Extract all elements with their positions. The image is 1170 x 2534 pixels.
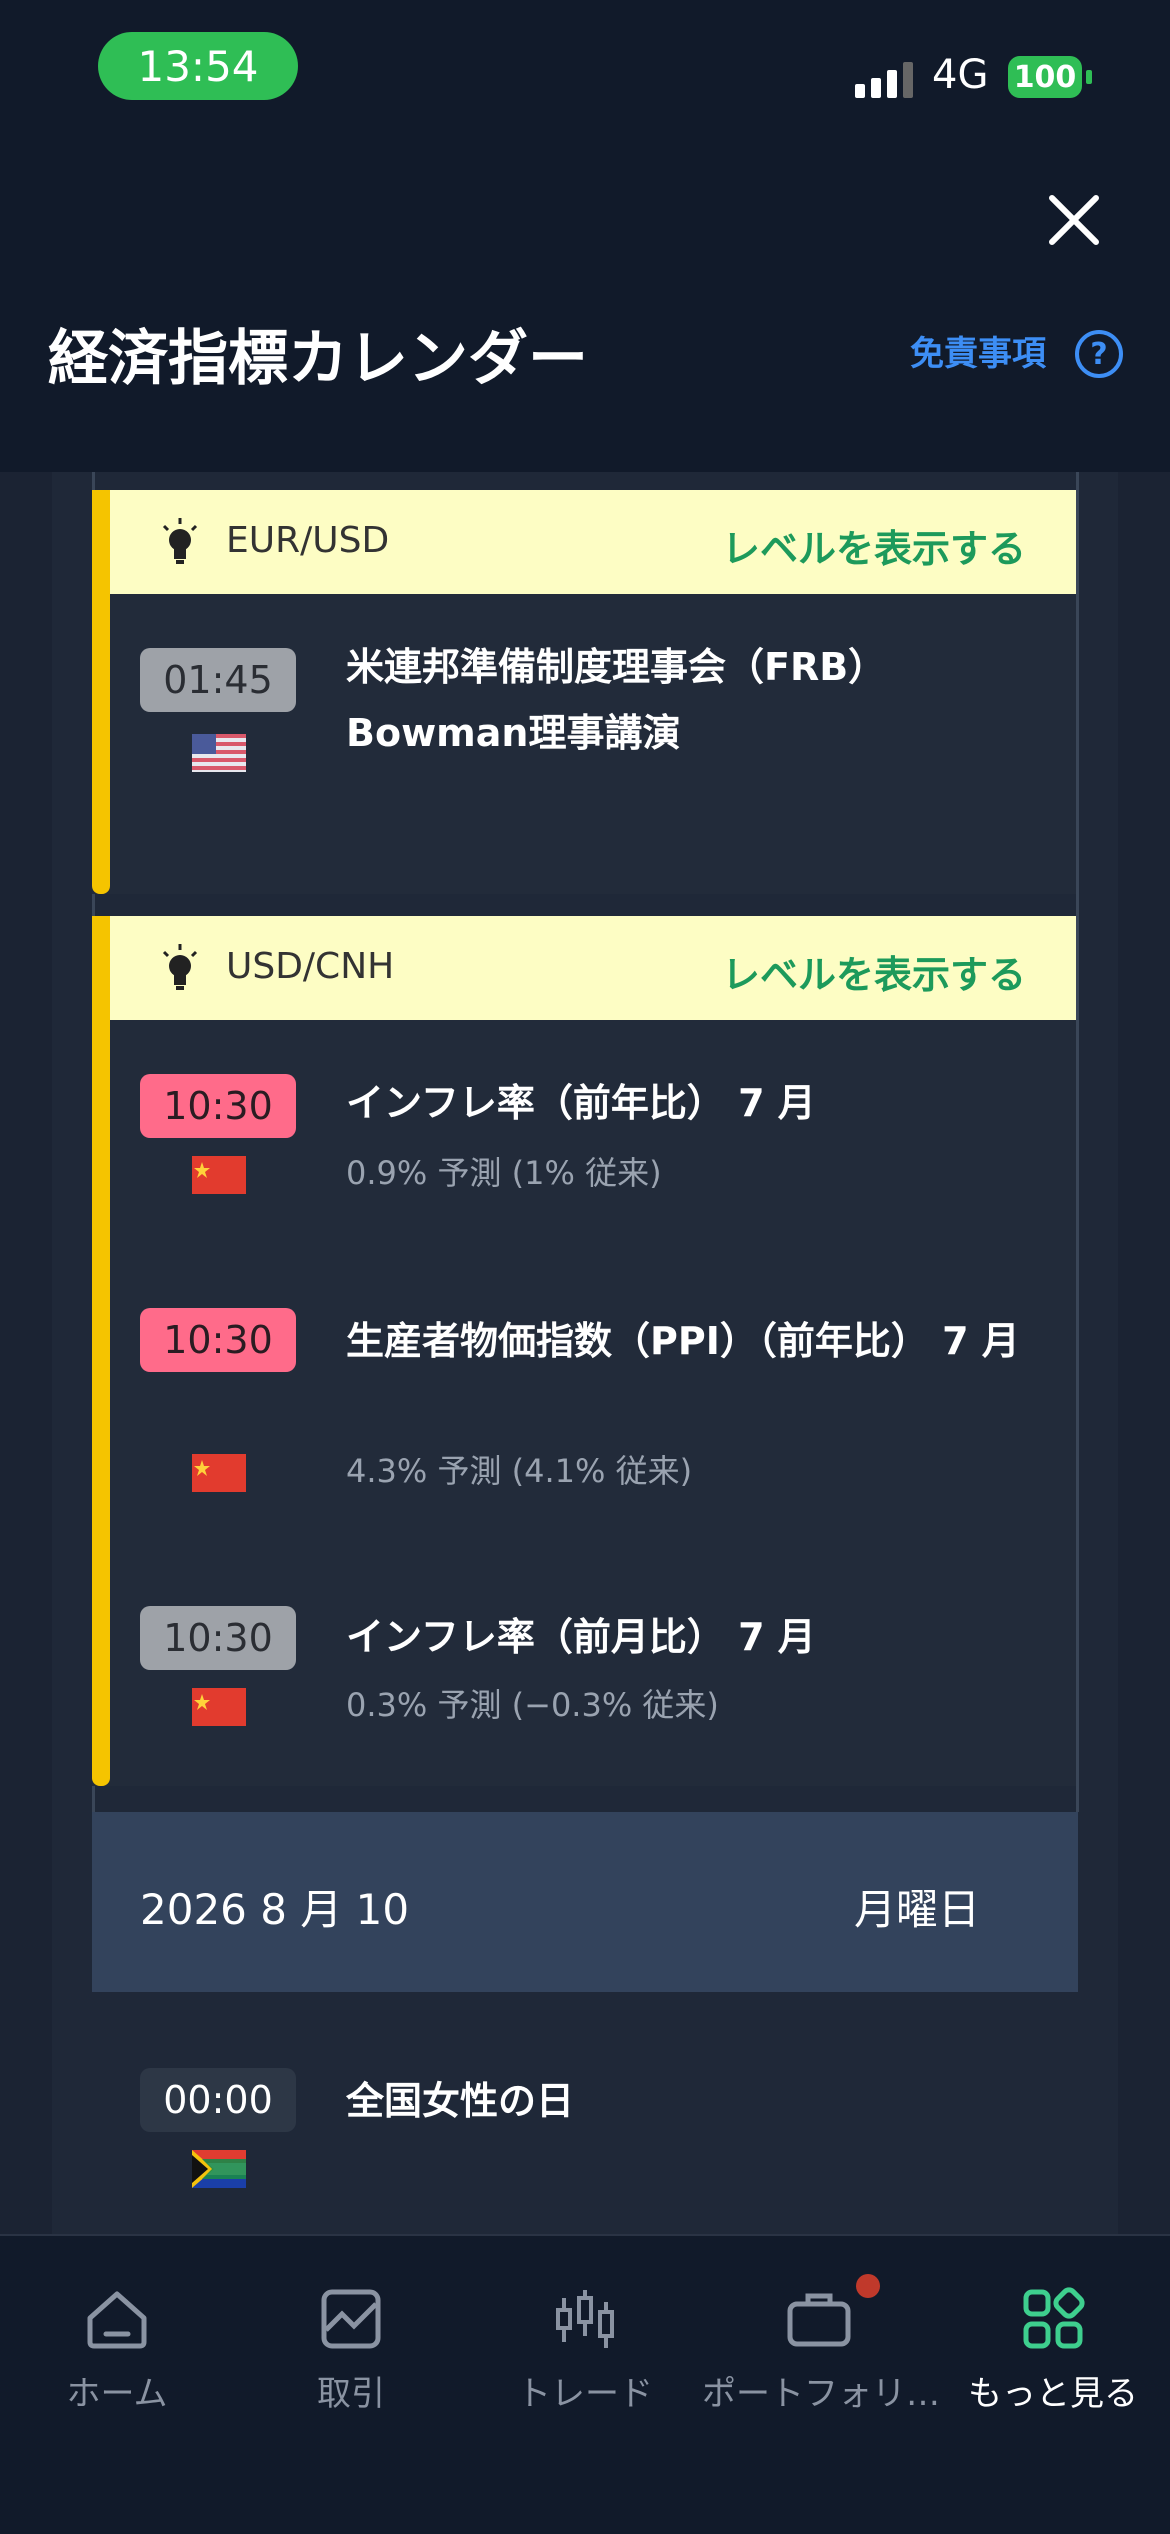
weekday-label: 月曜日: [853, 1885, 980, 1934]
status-time: 13:54: [98, 32, 298, 100]
page-title: 経済指標カレンダー: [48, 324, 588, 394]
tab-label: 取引: [317, 2374, 385, 2414]
tab-trade[interactable]: トレード: [468, 2284, 702, 2415]
event-title: 全国女性の日: [346, 2079, 575, 2123]
show-level-button[interactable]: レベルを表示する: [722, 944, 1026, 999]
event-title: インフレ率（前年比） 7 月: [346, 1081, 816, 1125]
calendar-list[interactable]: EUR/USD レベルを表示する 01:45 米連邦準備制度理事会（FRB） B…: [0, 472, 1170, 2234]
cn-flag-icon: [192, 1688, 246, 1726]
us-flag-icon: [192, 734, 246, 772]
home-icon: [87, 2291, 147, 2349]
notification-dot: [856, 2274, 880, 2298]
chart-icon: [321, 2289, 381, 2349]
event-time: 00:00: [140, 2068, 296, 2132]
close-icon[interactable]: [1044, 190, 1104, 250]
battery-icon: 100: [1008, 56, 1082, 98]
event-row[interactable]: 00:00 全国女性の日: [92, 1992, 1076, 2234]
tab-label: トレード: [517, 2374, 653, 2414]
page-header: 経済指標カレンダー 免責事項 ?: [0, 140, 1170, 472]
event-time: 10:30: [140, 1606, 296, 1670]
tab-home[interactable]: ホーム: [0, 2284, 234, 2415]
show-level-button[interactable]: レベルを表示する: [722, 518, 1026, 573]
pair-bar: USD/CNH レベルを表示する: [110, 916, 1076, 1020]
event-group-eurusd: EUR/USD レベルを表示する 01:45 米連邦準備制度理事会（FRB） B…: [92, 490, 1076, 894]
cn-flag-icon: [192, 1156, 246, 1194]
battery-tip: [1086, 70, 1092, 84]
event-time: 10:30: [140, 1074, 296, 1138]
tab-trade-history[interactable]: 取引: [234, 2284, 468, 2415]
pair-label: USD/CNH: [226, 946, 395, 987]
tab-label: ホーム: [66, 2374, 168, 2414]
za-flag-icon: [192, 2150, 246, 2188]
date-header: 2026 8 月 10 月曜日: [92, 1812, 1078, 1992]
signal-icon: [855, 58, 913, 98]
grid-icon: [1023, 2287, 1085, 2349]
tab-more[interactable]: もっと見る: [936, 2284, 1170, 2415]
cn-flag-icon: [192, 1454, 246, 1492]
event-title: 米連邦準備制度理事会（FRB） Bowman理事講演: [346, 645, 887, 755]
tab-portfolio[interactable]: ポートフォリ…: [702, 2284, 940, 2415]
pair-label: EUR/USD: [226, 520, 390, 561]
tab-label: ポートフォリ…: [702, 2374, 940, 2414]
event-row[interactable]: 01:45 米連邦準備制度理事会（FRB） Bowman理事講演: [92, 594, 1076, 894]
tab-label: もっと見る: [968, 2374, 1138, 2414]
network-label: 4G: [932, 52, 989, 98]
event-group-next: 00:00 全国女性の日: [92, 1992, 1076, 2234]
event-title: インフレ率（前月比） 7 月: [346, 1615, 816, 1659]
candles-icon: [556, 2290, 614, 2348]
event-detail: 0.3% 予測 (−0.3% 従来): [346, 1686, 719, 1724]
status-bar: 13:54 4G 100: [0, 0, 1170, 140]
event-row[interactable]: 10:30 インフレ率（前年比） 7 月 0.9% 予測 (1% 従来): [92, 1020, 1076, 1250]
event-title: 生産者物価指数（PPI）（前年比） 7 月: [346, 1319, 1020, 1363]
lightbulb-icon: [162, 518, 198, 564]
date-label: 2026 8 月 10: [140, 1885, 410, 1934]
pair-bar: EUR/USD レベルを表示する: [110, 490, 1076, 594]
event-row[interactable]: 10:30 インフレ率（前月比） 7 月 0.3% 予測 (−0.3% 従来): [92, 1550, 1076, 1786]
event-time: 01:45: [140, 648, 296, 712]
divider: [1076, 472, 1079, 1812]
event-detail: 4.3% 予測 (4.1% 従来): [346, 1452, 693, 1490]
disclaimer-link[interactable]: 免責事項: [910, 326, 1046, 375]
lightbulb-icon: [162, 944, 198, 990]
help-icon[interactable]: ?: [1075, 330, 1123, 378]
event-time: 10:30: [140, 1308, 296, 1372]
event-detail: 0.9% 予測 (1% 従来): [346, 1154, 662, 1192]
event-row[interactable]: 10:30 生産者物価指数（PPI）（前年比） 7 月 4.3% 予測 (4.1…: [92, 1254, 1076, 1544]
bottom-nav: ホーム 取引 トレード ポートフォリ… もっと見る: [0, 2234, 1170, 2534]
briefcase-icon: [787, 2293, 851, 2347]
event-group-usdcnh: USD/CNH レベルを表示する 10:30 インフレ率（前年比） 7 月 0.…: [92, 916, 1076, 1786]
